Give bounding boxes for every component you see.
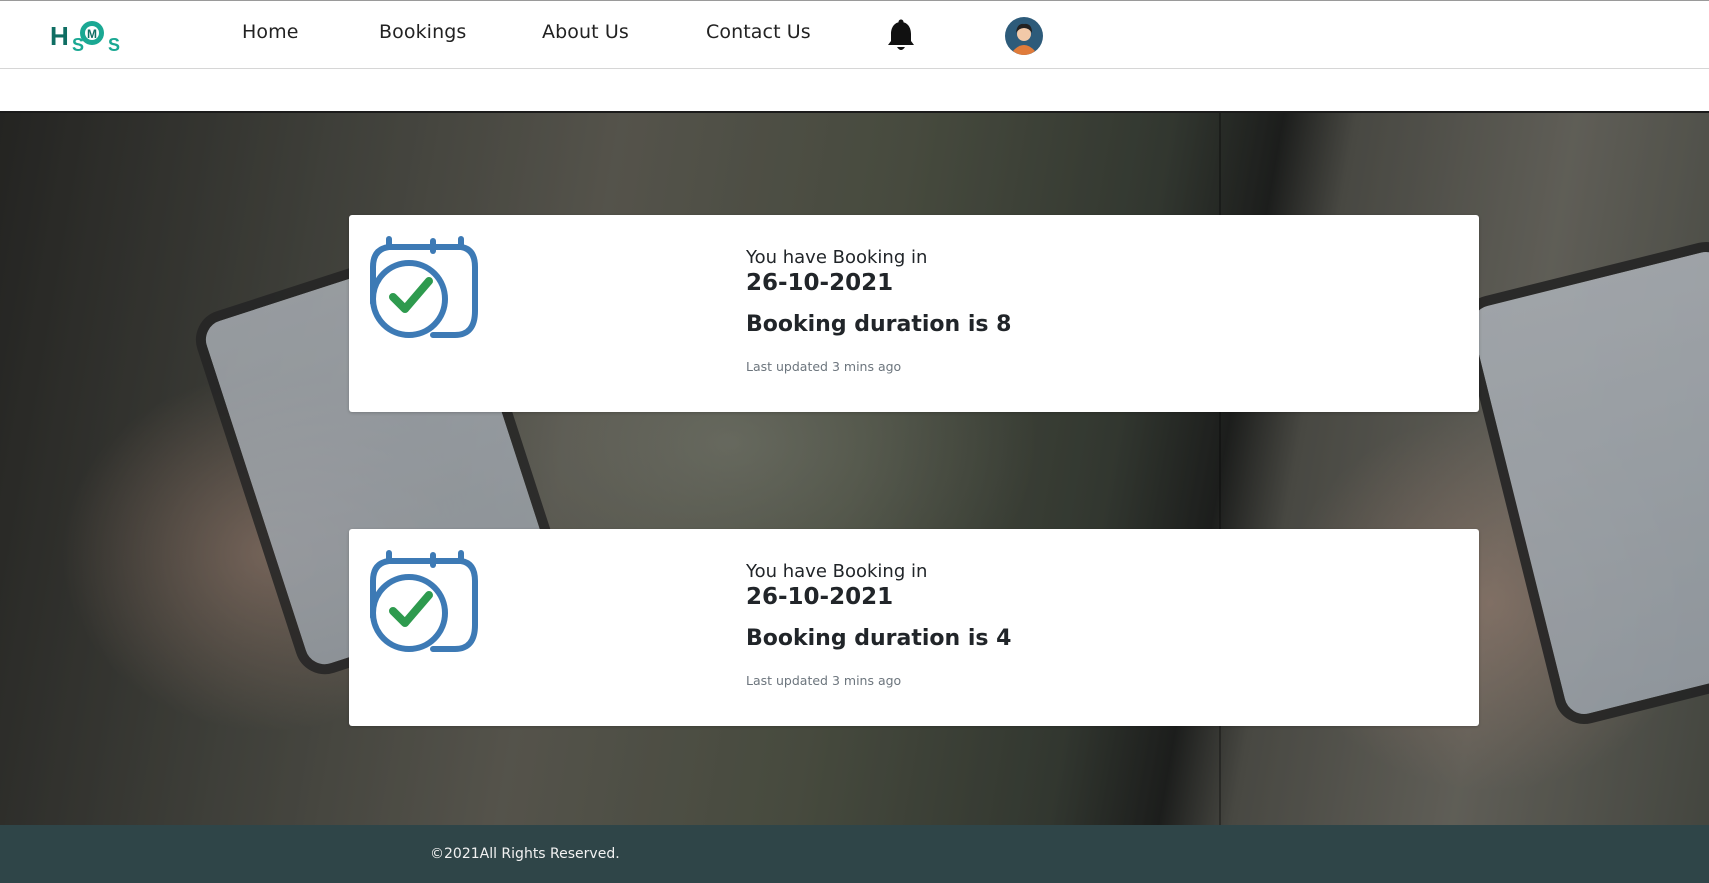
footer: ©2021All Rights Reserved. [0, 825, 1709, 883]
copyright-text: ©2021All Rights Reserved. [430, 846, 620, 862]
svg-text:H: H [50, 21, 69, 51]
calendar-check-icon [370, 550, 478, 652]
sub-header-bar [0, 69, 1709, 113]
svg-text:S: S [72, 35, 84, 55]
booking-duration: Booking duration is 4 [746, 626, 1012, 651]
booking-card: You have Booking in 26-10-2021 Booking d… [349, 529, 1479, 726]
nav-home[interactable]: Home [242, 21, 299, 43]
svg-text:M: M [87, 27, 97, 41]
top-navbar: H M S S Home Bookings About Us Contact U… [0, 0, 1709, 69]
booking-intro: You have Booking in [746, 561, 928, 582]
calendar-check-icon [370, 236, 478, 338]
svg-text:S: S [108, 35, 120, 55]
last-updated: Last updated 3 mins ago [746, 673, 902, 688]
booking-duration: Booking duration is 8 [746, 312, 1012, 337]
booking-details: You have Booking in 26-10-2021 Booking d… [746, 561, 1346, 688]
user-avatar-icon[interactable] [1005, 17, 1043, 55]
booking-date: 26-10-2021 [746, 584, 894, 610]
nav-about-us[interactable]: About Us [542, 21, 629, 43]
bell-icon[interactable] [885, 19, 917, 53]
nav-contact-us[interactable]: Contact Us [706, 21, 811, 43]
booking-details: You have Booking in 26-10-2021 Booking d… [746, 247, 1346, 374]
booking-date: 26-10-2021 [746, 270, 894, 296]
nav-bookings[interactable]: Bookings [379, 21, 466, 43]
booking-card: You have Booking in 26-10-2021 Booking d… [349, 215, 1479, 412]
booking-intro: You have Booking in [746, 247, 928, 268]
last-updated: Last updated 3 mins ago [746, 359, 902, 374]
logo-icon[interactable]: H M S S [48, 15, 128, 55]
